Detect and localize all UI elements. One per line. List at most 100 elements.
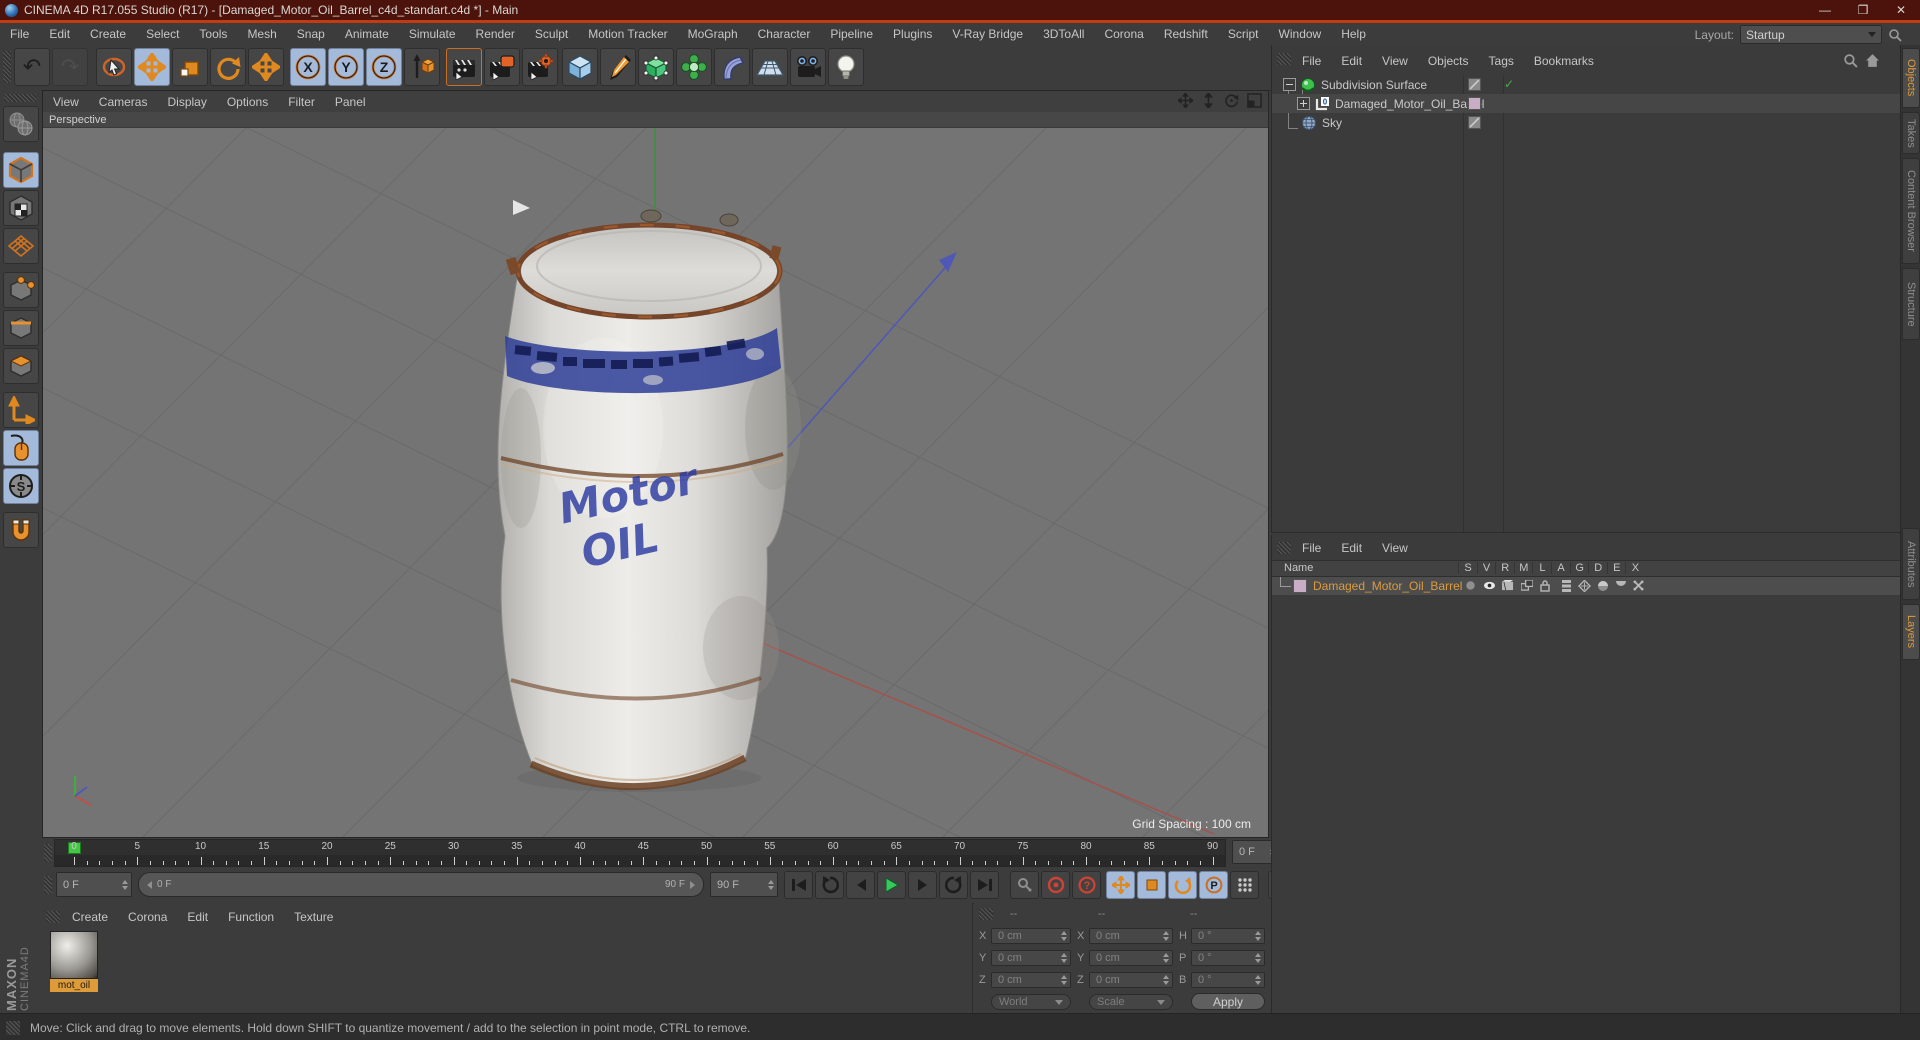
current-frame-spinner[interactable]: 0 F	[56, 872, 132, 897]
menu-item[interactable]: Plugins	[883, 27, 942, 41]
lock-x-button[interactable]: X	[290, 48, 326, 86]
rot-b-field[interactable]: 0 °	[1191, 972, 1265, 988]
menu-item[interactable]: Character	[748, 27, 821, 41]
viewport-menu-item[interactable]: Panel	[325, 95, 376, 109]
spinner-arrows-icon[interactable]	[768, 879, 774, 890]
menu-item[interactable]: MoGraph	[678, 27, 748, 41]
menu-item[interactable]: File	[0, 27, 39, 41]
layer-color-swatch[interactable]	[1293, 579, 1307, 593]
coordinate-system-button[interactable]	[404, 48, 440, 86]
keyframe-help-button[interactable]: ?	[1072, 871, 1101, 899]
object-row-sky[interactable]: Sky	[1272, 113, 1900, 132]
menu-item[interactable]: Simulate	[399, 27, 466, 41]
scale-tool-button[interactable]	[172, 48, 208, 86]
viewport-menu-item[interactable]: Options	[217, 95, 278, 109]
menu-item[interactable]: Create	[80, 27, 136, 41]
end-frame-spinner[interactable]: 90 F	[710, 872, 778, 897]
zoom-view-icon[interactable]	[1201, 93, 1216, 108]
material-menu-item[interactable]: Edit	[177, 910, 218, 924]
lock-z-button[interactable]: Z	[366, 48, 402, 86]
menu-item[interactable]: Redshift	[1154, 27, 1218, 41]
search-icon[interactable]	[1888, 28, 1902, 42]
record-rotation-button[interactable]	[1168, 871, 1197, 899]
om-menu-item[interactable]: Bookmarks	[1524, 54, 1604, 68]
undo-button[interactable]: ↶	[14, 48, 50, 86]
maximize-button[interactable]: ❒	[1844, 0, 1882, 20]
axis-mode-button[interactable]	[3, 392, 39, 428]
rot-h-field[interactable]: 0 °	[1191, 928, 1265, 944]
rotate-view-icon[interactable]	[1224, 93, 1239, 108]
viewport-menu-item[interactable]: View	[43, 95, 89, 109]
record-position-button[interactable]	[1106, 871, 1135, 899]
render-clapper-icon[interactable]	[1502, 580, 1514, 591]
manager-icon[interactable]	[1521, 580, 1533, 591]
layers-menu-item[interactable]: Edit	[1331, 541, 1372, 555]
add-spline-button[interactable]	[600, 48, 636, 86]
menu-item[interactable]: Window	[1269, 27, 1332, 41]
layers-column-L[interactable]: L	[1532, 562, 1551, 574]
apply-button[interactable]: Apply	[1191, 993, 1265, 1010]
layers-column-S[interactable]: S	[1458, 562, 1477, 574]
display-tag[interactable]	[1468, 116, 1481, 129]
make-editable-button[interactable]	[3, 106, 39, 142]
viewport-scene[interactable]: Motor OIL Grid Spacing: 100 cm	[43, 128, 1268, 837]
menu-item[interactable]: Help	[1331, 27, 1376, 41]
goto-start-button[interactable]	[784, 871, 813, 899]
layers-column-M[interactable]: M	[1513, 562, 1533, 574]
autokey-button[interactable]	[1041, 871, 1070, 899]
menu-item[interactable]: Animate	[335, 27, 399, 41]
om-menu-item[interactable]: Objects	[1418, 54, 1479, 68]
points-mode-button[interactable]	[3, 272, 39, 308]
scale-mode-dropdown[interactable]: Scale	[1089, 994, 1173, 1010]
edges-mode-button[interactable]	[3, 310, 39, 346]
pos-y-field[interactable]: 0 cm	[991, 950, 1071, 966]
layers-menu-item[interactable]: View	[1372, 541, 1418, 555]
layers-column-X[interactable]: X	[1625, 562, 1644, 574]
layers-column-V[interactable]: V	[1476, 562, 1496, 574]
record-scale-button[interactable]	[1137, 871, 1166, 899]
render-view-button[interactable]	[446, 48, 482, 86]
deformers-icon[interactable]	[1597, 580, 1609, 592]
sidebar-grip[interactable]	[4, 94, 36, 102]
tab-structure[interactable]: Structure	[1902, 268, 1920, 340]
move-tool-button[interactable]	[134, 48, 170, 86]
layers-column-E[interactable]: E	[1606, 562, 1626, 574]
range-right-arrow-icon[interactable]	[690, 880, 695, 889]
polygons-mode-button[interactable]	[3, 348, 39, 384]
material-menu-item[interactable]: Function	[218, 910, 284, 924]
redo-button[interactable]: ↷	[52, 48, 88, 86]
add-light-button[interactable]	[828, 48, 864, 86]
lock-y-button[interactable]: Y	[328, 48, 364, 86]
tweak-mode-button[interactable]	[3, 430, 39, 466]
object-row-subdivision[interactable]: Subdivision Surface ✓	[1272, 75, 1900, 94]
material-name-label[interactable]: mot_oil	[50, 979, 98, 992]
minimize-button[interactable]: —	[1806, 0, 1844, 20]
record-pla-button[interactable]	[1230, 871, 1259, 899]
scale-y-field[interactable]: 0 cm	[1089, 950, 1173, 966]
material-menu-item[interactable]: Corona	[118, 910, 177, 924]
menu-item[interactable]: Corona	[1094, 27, 1153, 41]
display-tag[interactable]	[1468, 78, 1481, 91]
menu-item[interactable]: Edit	[39, 27, 80, 41]
menu-item[interactable]: Sculpt	[525, 27, 578, 41]
viewport-menu-item[interactable]: Cameras	[89, 95, 158, 109]
lock-icon[interactable]	[1540, 580, 1550, 592]
coord-system-dropdown[interactable]: World	[991, 994, 1071, 1010]
frame-range-slider[interactable]: 0 F 90 F	[138, 872, 704, 897]
add-subdivision-button[interactable]	[638, 48, 674, 86]
menu-item[interactable]: Script	[1218, 27, 1269, 41]
add-deformer-button[interactable]	[676, 48, 712, 86]
layer-row-barrel[interactable]: Damaged_Motor_Oil_Barrel	[1272, 577, 1900, 595]
menu-item[interactable]: Select	[136, 27, 189, 41]
goto-end-button[interactable]	[970, 871, 999, 899]
layout-dropdown[interactable]: Startup	[1740, 25, 1882, 44]
snap-settings-button[interactable]: S	[3, 468, 39, 504]
add-bend-button[interactable]	[714, 48, 750, 86]
collapse-icon[interactable]	[1283, 78, 1296, 91]
live-selection-button[interactable]	[96, 48, 132, 86]
play-forward-button[interactable]	[877, 871, 906, 899]
render-picture-viewer-button[interactable]	[484, 48, 520, 86]
expressions-icon[interactable]	[1615, 580, 1627, 589]
om-menu-item[interactable]: File	[1292, 54, 1331, 68]
next-frame-button[interactable]	[908, 871, 937, 899]
